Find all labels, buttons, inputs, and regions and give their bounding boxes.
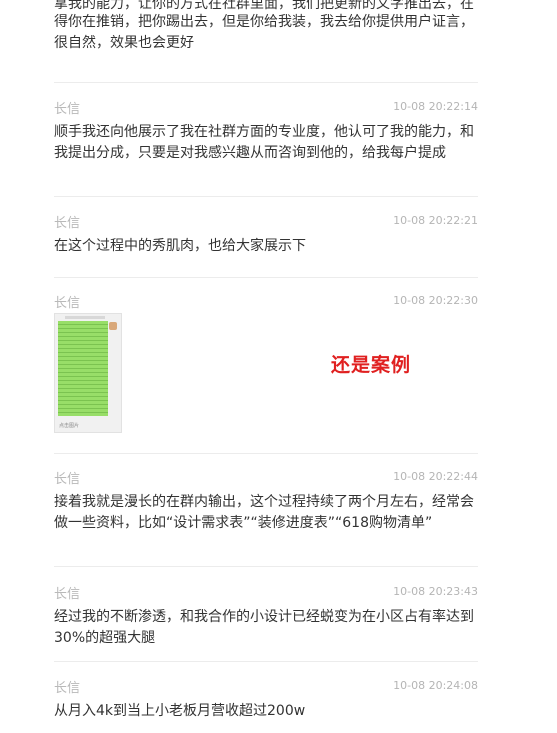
message-time: 10-08 20:24:08 [393,679,478,692]
message-time: 10-08 20:22:30 [393,294,478,307]
chat-screenshot-thumbnail[interactable]: 点击图片 [54,313,122,433]
message-text: 顺手我还向他展示了我在社群方面的专业度，他认可了我的能力，和我提出分成，只要是对… [54,124,474,161]
message-text-cutoff: 拿我的能力，让你的方式在社群里面，我们把更新的文字推出去，在群里做一个 [54,0,474,12]
divider [54,661,478,662]
chat-message: 长信 10-08 20:22:30 [54,292,478,312]
chat-message: 长信 10-08 20:24:08 从月入4k到当上小老板月营收超过200w [54,677,478,722]
message-text: 接着我就是漫长的在群内输出，这个过程持续了两个月左右，经常会做一些资料，比如“设… [54,494,474,531]
thumbnail-header [65,316,105,319]
chat-message: 长信 10-08 20:23:43 经过我的不断渗透，和我合作的小设计已经蜕变为… [54,583,478,649]
message-text: 从月入4k到当上小老板月营收超过200w [54,703,306,719]
message-time: 10-08 20:23:43 [393,585,478,598]
message-author: 长信 [54,472,81,487]
image-annotation: 还是案例 [331,354,412,376]
message-time: 10-08 20:22:21 [393,214,478,227]
chat-message: 长信 10-08 20:22:44 接着我就是漫长的在群内输出，这个过程持续了两… [54,468,478,534]
thumbnail-footer: 点击图片 [59,423,80,429]
chat-message: 长信 10-08 20:22:14 顺手我还向他展示了我在社群方面的专业度，他认… [54,98,478,164]
divider [54,453,478,454]
message-author: 长信 [54,296,81,311]
message-time: 10-08 20:22:14 [393,100,478,113]
divider [54,82,478,83]
message-author: 长信 [54,102,81,117]
message-author: 长信 [54,681,81,696]
message-author: 长信 [54,216,81,231]
thumbnail-chat-bubble [58,321,108,416]
chat-message: 拿我的能力，让你的方式在社群里面，我们把更新的文字推出去，在群里做一个 得你在推… [54,0,478,54]
message-author: 长信 [54,587,81,602]
chat-message: 长信 10-08 20:22:21 在这个过程中的秀肌肉，也给大家展示下 [54,212,478,257]
divider [54,196,478,197]
message-text: 在这个过程中的秀肌肉，也给大家展示下 [54,238,306,254]
avatar [109,322,117,330]
divider [54,566,478,567]
divider [54,277,478,278]
message-text-line: 得你在推销，把你踢出去，但是你给我装，我去给你提供用户证言，很自然，效果也会更好 [54,14,474,51]
message-time: 10-08 20:22:44 [393,470,478,483]
message-text: 经过我的不断渗透，和我合作的小设计已经蜕变为在小区占有率达到30%的超强大腿 [54,609,474,646]
message-text: 拿我的能力，让你的方式在社群里面，我们把更新的文字推出去，在群里做一个 得你在推… [54,0,478,54]
